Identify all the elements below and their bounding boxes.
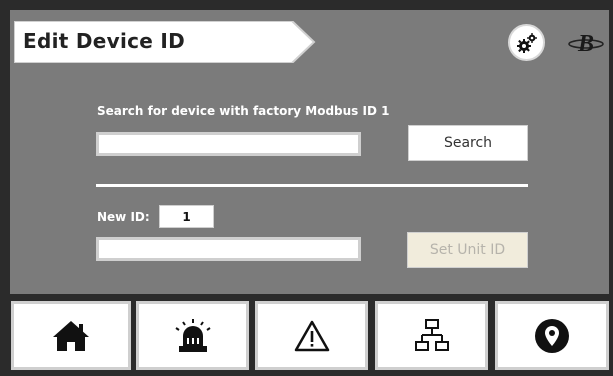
search-input[interactable] <box>96 132 361 156</box>
home-icon <box>53 320 89 351</box>
settings-button[interactable] <box>508 24 545 61</box>
gears-icon <box>517 33 537 53</box>
network-icon <box>414 318 449 351</box>
brand-logo: B <box>568 31 604 56</box>
unit-id-input[interactable] <box>96 237 361 261</box>
section-divider <box>96 184 528 187</box>
nav-network-button[interactable] <box>375 301 488 370</box>
svg-text:B: B <box>577 31 594 56</box>
search-button[interactable]: Search <box>408 125 528 161</box>
nav-alarm-button[interactable] <box>136 301 249 370</box>
location-pin-icon <box>535 318 569 353</box>
nav-warning-button[interactable] <box>255 301 368 370</box>
title-banner: Edit Device ID <box>14 21 319 63</box>
new-id-field[interactable]: 1 <box>159 205 214 228</box>
nav-location-button[interactable] <box>495 301 609 370</box>
alarm-icon <box>174 318 211 352</box>
main-panel: Edit Device ID B Search for device with … <box>10 10 609 294</box>
page-title: Edit Device ID <box>23 29 186 53</box>
search-label: Search for device with factory Modbus ID… <box>97 104 390 118</box>
nav-home-button[interactable] <box>11 301 131 370</box>
bottom-nav <box>10 298 609 376</box>
new-id-label: New ID: <box>97 210 150 224</box>
set-unit-id-button[interactable]: Set Unit ID <box>407 232 528 268</box>
app-frame: Edit Device ID B Search for device with … <box>0 0 613 376</box>
warning-icon <box>294 320 329 351</box>
